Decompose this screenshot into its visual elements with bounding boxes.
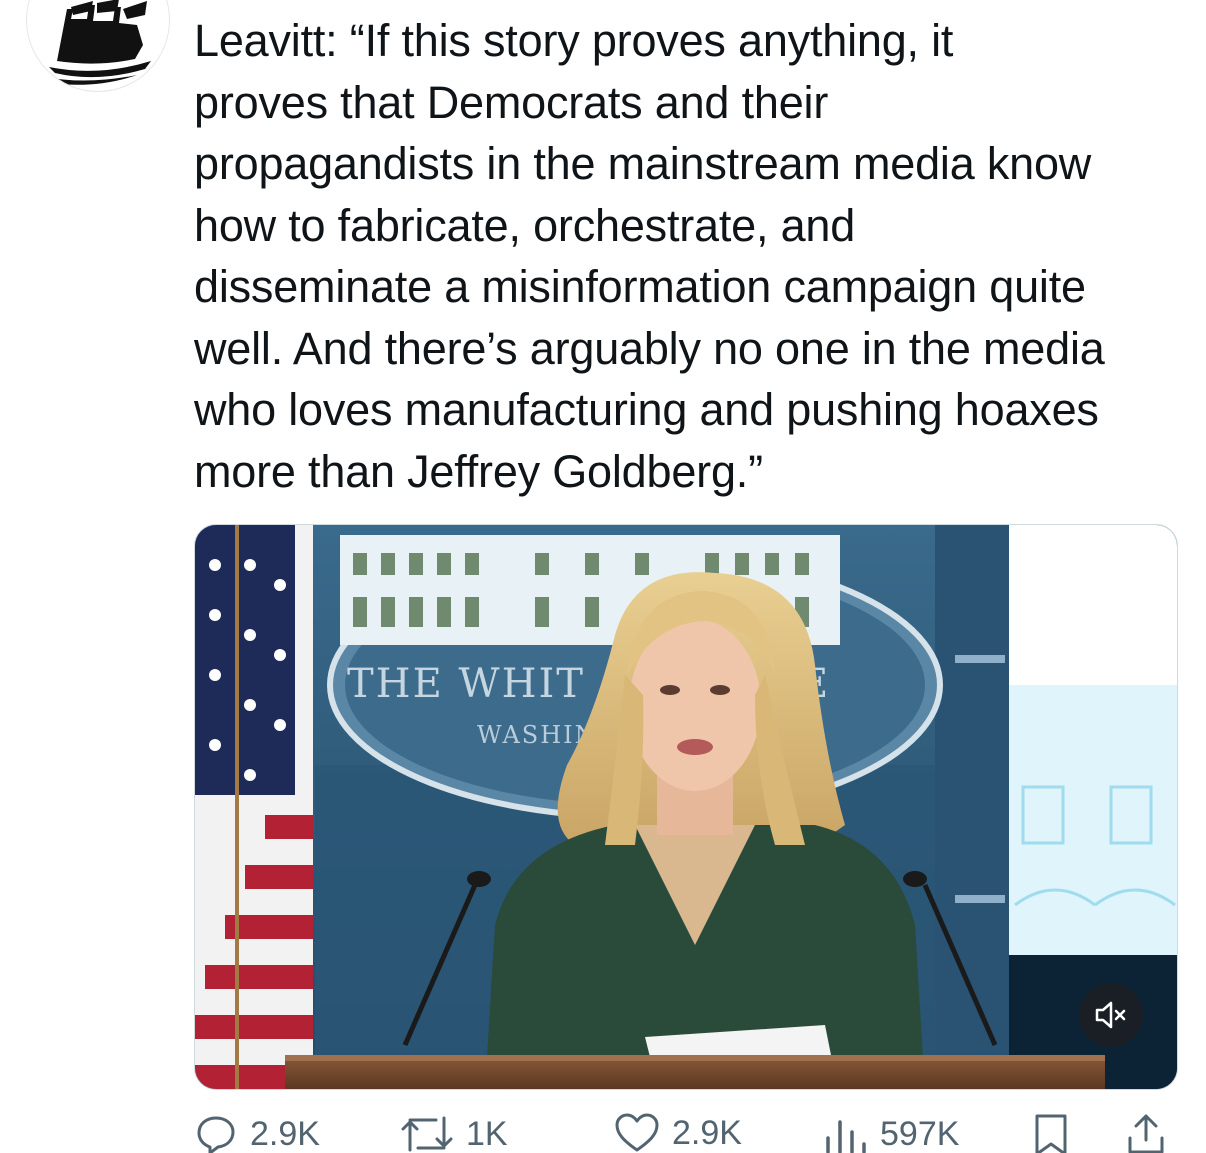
video-player[interactable]: THE WHIT E WASHIN <box>194 524 1178 1090</box>
tweet-actions: 2.9K 1K 2.9K 597K <box>194 1112 1184 1153</box>
bookmark-icon <box>1035 1114 1067 1153</box>
share-icon <box>1128 1114 1164 1153</box>
repost-icon <box>401 1116 453 1152</box>
heart-icon <box>615 1113 659 1152</box>
like-count: 2.9K <box>672 1113 742 1152</box>
tweet-text: Leavitt: “If this story proves anything,… <box>194 15 1105 497</box>
tweet: Leavitt: “If this story proves anything,… <box>0 0 1206 1153</box>
views-chart-icon <box>826 1120 866 1153</box>
ship-icon <box>45 0 151 85</box>
views-button[interactable]: 597K <box>822 1112 959 1153</box>
svg-text:THE WHIT: THE WHIT <box>347 661 585 707</box>
reply-icon <box>197 1116 235 1153</box>
video-frame: THE WHIT E WASHIN <box>195 525 1177 1089</box>
repost-count: 1K <box>466 1114 508 1153</box>
share-button[interactable] <box>1124 1112 1168 1153</box>
views-count: 597K <box>880 1114 960 1153</box>
reply-count: 2.9K <box>250 1114 320 1153</box>
reply-button[interactable]: 2.9K <box>194 1112 320 1153</box>
speaker-muted-icon <box>1095 1001 1126 1029</box>
bookmark-button[interactable] <box>1032 1112 1070 1153</box>
mute-button[interactable] <box>1079 983 1143 1047</box>
avatar[interactable] <box>26 0 170 92</box>
repost-button[interactable]: 1K <box>400 1112 508 1153</box>
like-button[interactable]: 2.9K <box>614 1112 742 1153</box>
